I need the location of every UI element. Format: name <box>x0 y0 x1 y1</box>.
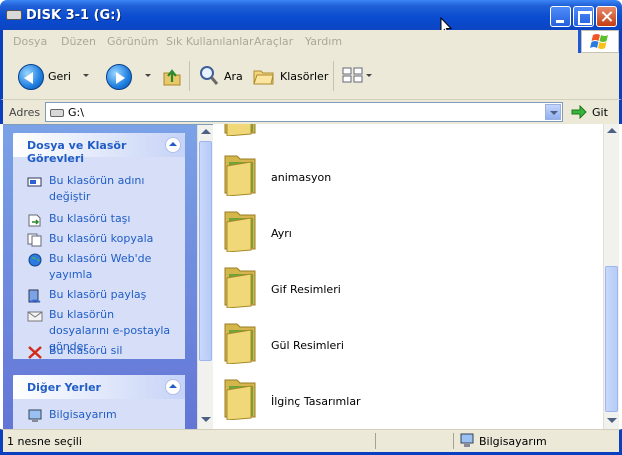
folder-item[interactable]: Gül Resimleri <box>213 318 603 370</box>
forward-dropdown-icon[interactable] <box>145 74 151 77</box>
menu-view[interactable]: Görünüm <box>107 35 158 48</box>
status-bar: 1 nesne seçili Bilgisayarım <box>0 429 622 452</box>
search-icon[interactable] <box>199 65 219 87</box>
collapse-chevron-icon[interactable] <box>165 137 181 153</box>
menu-help[interactable]: Yardım <box>305 35 342 48</box>
task-rename[interactable]: Bu klasörün adını değiştir <box>27 173 177 205</box>
scroll-down-icon[interactable] <box>201 417 211 422</box>
my-computer-icon <box>460 433 474 447</box>
address-field[interactable]: G:\ <box>45 102 563 122</box>
close-button[interactable] <box>596 6 617 27</box>
folders-button-label[interactable]: Klasörler <box>280 70 328 83</box>
menu-favorites[interactable]: Sık Kullanılanlar <box>166 35 254 48</box>
back-dropdown-icon[interactable] <box>83 74 89 77</box>
file-folder-tasks-header[interactable]: Dosya ve Klasör Görevleri <box>13 133 185 165</box>
back-button-label[interactable]: Geri <box>48 70 71 83</box>
forward-arrow-icon[interactable] <box>106 64 132 90</box>
folders-icon[interactable] <box>253 66 275 86</box>
my-computer-icon <box>28 409 42 422</box>
views-dropdown-icon[interactable] <box>366 74 372 77</box>
task-email[interactable]: Bu klasörün dosyalarını e-postayla gönde… <box>27 307 177 353</box>
scroll-up-icon[interactable] <box>607 128 617 133</box>
windows-logo-icon <box>581 30 619 53</box>
folder-icon[interactable] <box>223 318 257 364</box>
folder-icon[interactable] <box>223 262 257 308</box>
file-list: animasyon Ayrı Gif Resimleri Gül Resimle… <box>213 124 603 429</box>
selection-status: 1 nesne seçili <box>7 435 82 448</box>
share-icon <box>28 289 41 303</box>
folder-icon[interactable] <box>223 374 257 420</box>
drive-icon <box>6 10 22 20</box>
folder-item[interactable]: Gif Resimleri <box>213 262 603 314</box>
address-bar: Adres G:\ Git <box>0 100 622 124</box>
file-folder-tasks-box: Dosya ve Klasör Görevleri Bu klasörün ad… <box>13 133 185 359</box>
task-pane: Dosya ve Klasör Görevleri Bu klasörün ad… <box>3 124 213 429</box>
move-icon <box>28 214 41 227</box>
other-places-header[interactable]: Diğer Yerler <box>13 375 185 399</box>
window-title: DISK 3-1 (G:) <box>26 8 122 23</box>
address-value[interactable]: G:\ <box>68 106 84 119</box>
folder-icon[interactable] <box>223 206 257 252</box>
menu-file[interactable]: Dosya <box>13 35 47 48</box>
search-button-label[interactable]: Ara <box>224 70 243 83</box>
menu-bar: Dosya Düzen Görünüm Sık Kullanılanlar Ar… <box>0 30 622 53</box>
scrollbar-thumb[interactable] <box>605 266 618 412</box>
address-label: Adres <box>9 106 41 119</box>
collapse-chevron-icon[interactable] <box>165 379 181 395</box>
web-publish-icon <box>28 253 42 267</box>
rename-icon <box>27 177 42 187</box>
copy-icon <box>27 233 42 247</box>
other-places-box: Diğer Yerler Bilgisayarım <box>13 375 185 429</box>
minimize-button[interactable] <box>550 6 571 27</box>
views-icon[interactable] <box>342 67 364 83</box>
file-folder-tasks-title[interactable]: Dosya ve Klasör Görevleri <box>27 139 185 165</box>
task-web-publish[interactable]: Bu klasörü Web'de yayımla <box>27 251 177 283</box>
delete-icon <box>28 346 42 359</box>
folder-item[interactable] <box>213 124 603 142</box>
file-list-scrollbar[interactable] <box>603 124 619 429</box>
task-pane-scrollbar[interactable] <box>197 125 213 429</box>
folder-item[interactable]: animasyon <box>213 150 603 202</box>
toolbar: Geri Ara Klasörler <box>0 53 622 100</box>
other-places-title[interactable]: Diğer Yerler <box>27 381 101 394</box>
up-folder-icon[interactable] <box>163 66 181 86</box>
back-arrow-icon[interactable] <box>18 64 44 90</box>
zone-status: Bilgisayarım <box>479 435 547 448</box>
menu-tools[interactable]: Araçlar <box>254 35 293 48</box>
address-dropdown-button[interactable] <box>545 104 561 120</box>
folder-item[interactable]: Ayrı <box>213 206 603 258</box>
menu-edit[interactable]: Düzen <box>61 35 96 48</box>
scroll-up-icon[interactable] <box>201 129 211 134</box>
folder-item[interactable]: İlginç Tasarımlar <box>213 374 603 426</box>
scroll-down-icon[interactable] <box>607 418 617 423</box>
maximize-button[interactable] <box>573 6 594 27</box>
scrollbar-thumb[interactable] <box>199 141 212 361</box>
go-arrow-icon[interactable] <box>571 105 587 119</box>
drive-icon <box>50 109 64 117</box>
folder-icon[interactable] <box>223 124 257 136</box>
email-icon <box>27 311 43 322</box>
go-button-label[interactable]: Git <box>592 106 608 119</box>
title-bar[interactable]: DISK 3-1 (G:) <box>0 0 622 30</box>
folder-icon[interactable] <box>223 150 257 196</box>
